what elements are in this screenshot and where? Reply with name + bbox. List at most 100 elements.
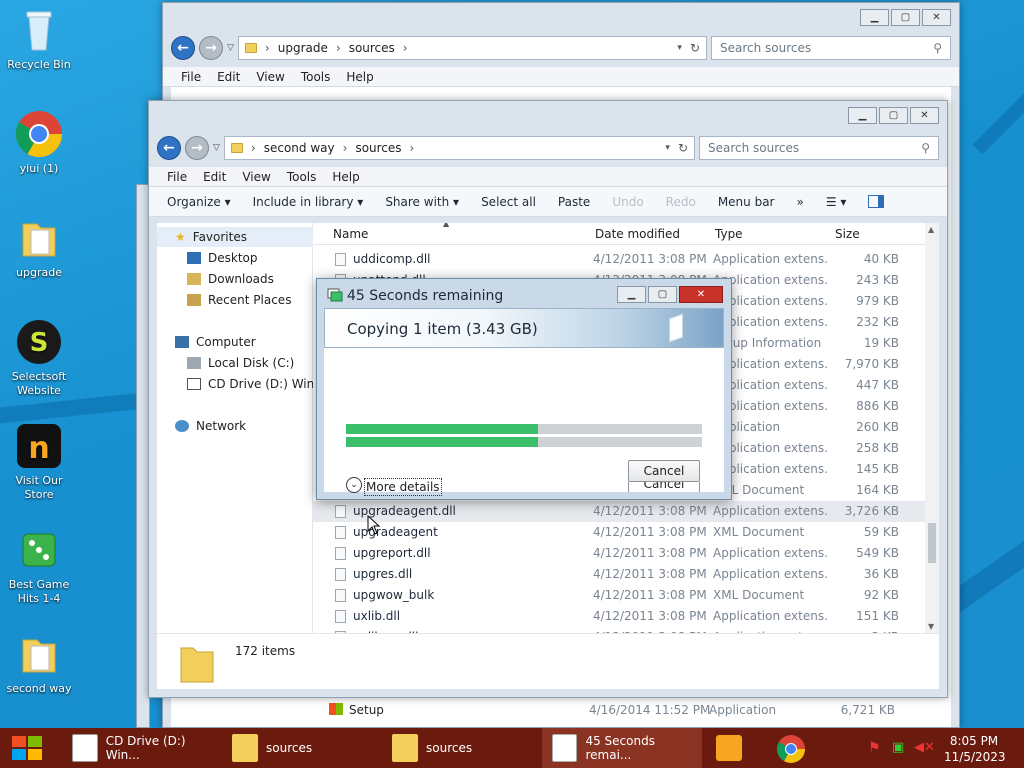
table-row[interactable]: upgwow_bulk 4/12/2011 3:08 PM XML Document… [313, 585, 939, 606]
undo-button[interactable]: Undo [612, 195, 643, 209]
search-input[interactable]: Search sources ⚲ [711, 36, 951, 60]
organize-button[interactable]: Organize ▾ [167, 195, 231, 209]
more-details-label: More details [364, 478, 442, 496]
menu-edit[interactable]: Edit [217, 70, 240, 84]
desktop-icon-visit-store[interactable]: n Visit Our Store [0, 422, 78, 502]
file-name: upgwow_bulk [353, 588, 435, 602]
column-name[interactable]: Name [333, 227, 368, 241]
table-row[interactable]: upgradeagent.dll 4/12/2011 3:08 PM Applica… [313, 501, 939, 522]
minimize-button[interactable]: ▁ [848, 107, 877, 124]
volume-muted-icon[interactable]: ◀✕ [914, 740, 935, 755]
network-status-icon[interactable]: ▣ [892, 740, 904, 755]
scroll-down-icon[interactable]: ▼ [928, 622, 934, 631]
table-row[interactable]: Setup 4/16/2014 11:52 PM Application 6,7… [319, 699, 937, 721]
table-row[interactable]: uxlib.dll 4/12/2011 3:08 PM Application ex… [313, 606, 939, 627]
minimize-button[interactable]: ▁ [617, 286, 646, 303]
action-center-flag-icon[interactable]: ⚑ [868, 740, 881, 756]
breadcrumb-item[interactable]: sources [355, 141, 401, 155]
recent-chevron-icon[interactable]: ▽ [227, 43, 234, 53]
forward-arrow-icon[interactable]: → [199, 36, 223, 60]
close-button[interactable]: ✕ [679, 286, 723, 303]
desktop-icon-selectsoft[interactable]: S Selectsoft Website [0, 318, 78, 398]
dialog-title: 45 Seconds remaining [347, 288, 504, 304]
nav-network[interactable]: Network [175, 416, 246, 436]
table-row[interactable]: upgreport.dll 4/12/2011 3:08 PM Applicatio… [313, 543, 939, 564]
menu-view[interactable]: View [242, 170, 270, 184]
desktop-icon-upgrade[interactable]: upgrade [0, 214, 78, 280]
table-row[interactable]: upgres.dll 4/12/2011 3:08 PM Application e… [313, 564, 939, 585]
redo-button[interactable]: Redo [666, 195, 696, 209]
desktop-icon-recycle-bin[interactable]: Recycle Bin [0, 6, 78, 72]
menu-file[interactable]: File [181, 70, 201, 84]
nav-favorites[interactable]: ★ Favorites [175, 227, 247, 247]
refresh-icon[interactable]: ↻ [678, 141, 688, 155]
taskbar-item-sources-1[interactable]: sources [222, 728, 382, 768]
copy-progress-dialog[interactable]: 45 Seconds remaining ▁ ▢ ✕ Copying 1 ite… [316, 278, 732, 500]
menu-tools[interactable]: Tools [287, 170, 317, 184]
nav-cd-drive[interactable]: CD Drive (D:) Windo [187, 374, 329, 394]
close-button[interactable]: ✕ [910, 107, 939, 124]
breadcrumb-item[interactable]: upgrade [278, 41, 328, 55]
forward-arrow-icon[interactable]: → [185, 136, 209, 160]
menu-file[interactable]: File [167, 170, 187, 184]
column-date[interactable]: Date modified [595, 227, 680, 241]
breadcrumb-item[interactable]: second way [264, 141, 335, 155]
cancel-button[interactable]: Cancel [628, 460, 700, 482]
desktop-icon-second-way[interactable]: second way [0, 630, 78, 696]
more-details-toggle[interactable]: ⌄ More details [346, 474, 442, 496]
nav-recent-places[interactable]: Recent Places [187, 290, 291, 310]
nav-local-disk[interactable]: Local Disk (C:) [187, 353, 294, 373]
taskbar-item-sources-2[interactable]: sources [382, 728, 542, 768]
search-input[interactable]: Search sources ⚲ [699, 136, 939, 160]
maximize-button[interactable]: ▢ [648, 286, 677, 303]
share-with-button[interactable]: Share with ▾ [385, 195, 459, 209]
column-type[interactable]: Type [715, 227, 743, 241]
chrome-icon[interactable] [776, 734, 806, 764]
nav-computer[interactable]: Computer [175, 332, 256, 352]
clock[interactable]: 8:05 PM 11/5/2023 [944, 733, 1006, 765]
nav-downloads[interactable]: Downloads [187, 269, 274, 289]
back-arrow-icon[interactable]: ← [171, 36, 195, 60]
menu-help[interactable]: Help [346, 70, 373, 84]
chevron-down-icon[interactable]: ▾ [677, 43, 682, 53]
desktop-icon-yiui[interactable]: yiui (1) [0, 110, 78, 176]
more-button[interactable]: » [796, 195, 803, 209]
select-all-button[interactable]: Select all [481, 195, 536, 209]
vertical-scrollbar[interactable]: ▲ ▼ [925, 223, 939, 633]
menu-help[interactable]: Help [332, 170, 359, 184]
scrollbar-thumb[interactable] [928, 523, 936, 563]
maximize-button[interactable]: ▢ [891, 9, 920, 26]
maximize-button[interactable]: ▢ [879, 107, 908, 124]
menu-bar-button[interactable]: Menu bar [718, 195, 775, 209]
nav-desktop[interactable]: Desktop [187, 248, 258, 268]
file-name: uddicomp.dll [353, 252, 431, 266]
scroll-up-icon[interactable]: ▲ [928, 225, 934, 234]
menu-edit[interactable]: Edit [203, 170, 226, 184]
file-type: XML Document [713, 588, 805, 602]
address-bar[interactable]: › second way › sources › ▾ ↻ [223, 136, 695, 160]
start-button[interactable] [10, 734, 44, 762]
paste-button[interactable]: Paste [558, 195, 590, 209]
back-arrow-icon[interactable]: ← [157, 136, 181, 160]
media-player-icon[interactable] [716, 735, 742, 761]
table-row[interactable]: uddicomp.dll 4/12/2011 3:08 PM Application… [313, 249, 939, 270]
document-icon [669, 313, 683, 343]
file-name: upgreport.dll [353, 546, 431, 560]
taskbar-item-cd-drive[interactable]: CD Drive (D:) Win... [62, 728, 222, 768]
desktop-icon-best-game[interactable]: Best Game Hits 1-4 [0, 526, 78, 606]
include-in-library-button[interactable]: Include in library ▾ [253, 195, 364, 209]
column-size[interactable]: Size [835, 227, 860, 241]
recent-chevron-icon[interactable]: ▽ [213, 143, 220, 153]
preview-pane-icon[interactable] [868, 195, 885, 208]
menu-view[interactable]: View [256, 70, 284, 84]
close-button[interactable]: ✕ [922, 9, 951, 26]
view-options-icon[interactable]: ☰ ▾ [826, 195, 847, 209]
minimize-button[interactable]: ▁ [860, 9, 889, 26]
table-row[interactable]: upgradeagent 4/12/2011 3:08 PM XML Documen… [313, 522, 939, 543]
refresh-icon[interactable]: ↻ [690, 41, 700, 55]
breadcrumb-item[interactable]: sources [349, 41, 395, 55]
chevron-down-icon[interactable]: ▾ [665, 143, 670, 153]
taskbar-item-copy-progress[interactable]: 45 Seconds remai... [542, 728, 702, 768]
menu-tools[interactable]: Tools [301, 70, 331, 84]
address-bar[interactable]: › upgrade › sources › ▾ ↻ [237, 36, 707, 60]
